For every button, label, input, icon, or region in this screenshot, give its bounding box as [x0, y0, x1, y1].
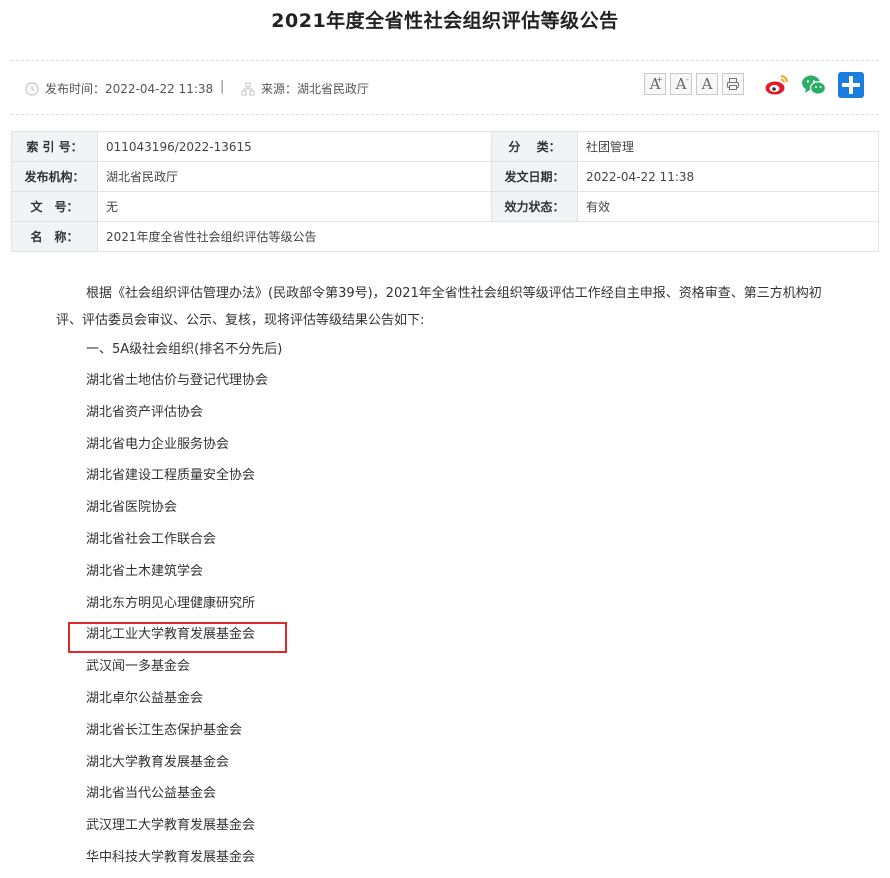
- article-source: 来源：湖北省民政厅: [241, 80, 369, 97]
- article-body: 根据《社会组织评估管理办法》(民政部令第39号)，2021年全省性社会组织等级评…: [56, 280, 836, 874]
- list-item: 湖北省资产评估协会: [86, 404, 204, 420]
- document-number-value: 无: [97, 191, 492, 222]
- print-button[interactable]: [722, 73, 744, 95]
- info-row: 名 称： 2021年度全省性社会组织评估等级公告: [11, 221, 879, 252]
- font-increase-mark: +: [656, 75, 663, 84]
- index-number-value: 011043196/2022-13615: [97, 131, 492, 162]
- organization-list: 湖北省土地估价与登记代理协会 湖北省资产评估协会 湖北省电力企业服务协会 湖北省…: [56, 365, 836, 874]
- publisher-value: 湖北省民政厅: [97, 161, 492, 192]
- source-icon: [241, 82, 255, 96]
- intro-paragraph: 根据《社会组织评估管理办法》(民政部令第39号)，2021年全省性社会组织等级评…: [56, 286, 822, 328]
- list-item: 湖北省建设工程质量安全协会: [86, 468, 256, 484]
- list-item: 武汉闻一多基金会: [86, 659, 191, 675]
- document-name-value: 2021年度全省性社会组织评估等级公告: [97, 221, 879, 252]
- highlight-box: [68, 622, 287, 653]
- list-item: 湖北省土地估价与登记代理协会: [86, 373, 269, 388]
- font-decrease-button[interactable]: A-: [670, 73, 692, 95]
- section-heading: 一、5A级社会组织(排名不分先后): [86, 342, 283, 357]
- meta-separator: |: [220, 79, 225, 94]
- validity-status-label: 效力状态：: [491, 191, 578, 222]
- list-item: 湖北省电力企业服务协会: [86, 436, 230, 452]
- issue-date-label: 发文日期：: [491, 161, 578, 192]
- source-text: 来源：湖北省民政厅: [261, 82, 370, 96]
- list-item: 华中科技大学教育发展基金会: [86, 849, 256, 865]
- document-number-label: 文 号：: [11, 191, 98, 222]
- list-item: 湖北大学教育发展基金会: [86, 754, 230, 770]
- font-decrease-label: A: [675, 75, 687, 93]
- more-share-button[interactable]: [838, 72, 864, 98]
- font-decrease-mark: -: [686, 75, 689, 84]
- info-row: 索 引 号： 011043196/2022-13615 分 类： 社团管理: [11, 131, 879, 162]
- list-item: 湖北省当代公益基金会: [86, 786, 217, 802]
- list-item: 湖北省土木建筑学会: [86, 563, 204, 579]
- font-reset-label: A: [701, 75, 713, 93]
- list-item: 湖北东方明见心理健康研究所: [86, 595, 256, 611]
- category-value: 社团管理: [577, 131, 879, 162]
- page-title: 2021年度全省性社会组织评估等级公告: [271, 10, 619, 32]
- document-info-table: 索 引 号： 011043196/2022-13615 分 类： 社团管理 发布…: [11, 131, 879, 252]
- article-toolbar: A + A- A: [644, 73, 748, 95]
- article-meta-bar: 发布时间：2022-04-22 11:38 | 来源：湖北省民政厅: [11, 60, 879, 115]
- print-icon: [727, 78, 739, 90]
- publish-time-text: 发布时间：2022-04-22 11:38: [45, 82, 214, 96]
- document-name-label: 名 称：: [11, 221, 98, 252]
- list-item: 湖北卓尔公益基金会: [86, 690, 204, 706]
- font-increase-button[interactable]: A +: [644, 73, 666, 95]
- info-row: 文 号： 无 效力状态： 有效: [11, 191, 879, 222]
- share-plus-icon: [838, 72, 864, 98]
- font-reset-button[interactable]: A: [696, 73, 718, 95]
- publish-time: 发布时间：2022-04-22 11:38: [25, 80, 213, 97]
- list-item: 湖北省社会工作联合会: [86, 531, 217, 547]
- list-item: 湖北省医院协会: [86, 500, 178, 516]
- publisher-label: 发布机构：: [11, 161, 98, 192]
- weibo-icon: [765, 75, 788, 95]
- wechat-share-button[interactable]: [801, 72, 827, 98]
- list-item: 武汉理工大学教育发展基金会: [86, 818, 256, 834]
- category-label: 分 类：: [491, 131, 578, 162]
- issue-date-value: 2022-04-22 11:38: [577, 161, 879, 192]
- info-row: 发布机构： 湖北省民政厅 发文日期： 2022-04-22 11:38: [11, 161, 879, 192]
- wechat-icon: [802, 75, 827, 95]
- validity-status-value: 有效: [577, 191, 879, 222]
- list-item: 湖北省长江生态保护基金会: [86, 722, 243, 738]
- clock-icon: [25, 81, 39, 96]
- index-number-label: 索 引 号：: [11, 131, 98, 162]
- weibo-share-button[interactable]: [764, 72, 790, 98]
